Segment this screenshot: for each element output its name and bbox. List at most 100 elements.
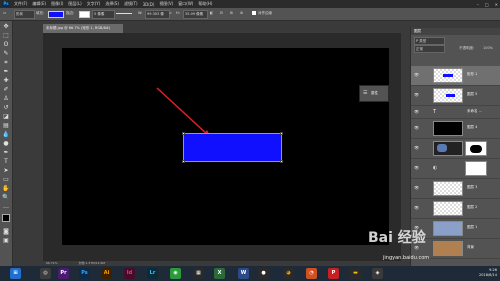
- zoom-tool-icon[interactable]: 🔍: [2, 194, 10, 202]
- layer-row[interactable]: 👁 图层 4: [411, 119, 500, 139]
- illustrator-app-icon[interactable]: Ai: [101, 268, 112, 279]
- transform-handle[interactable]: [182, 132, 185, 135]
- quick-mask-icon[interactable]: ◙: [2, 228, 10, 236]
- excel-app-icon[interactable]: X: [214, 268, 225, 279]
- system-clock[interactable]: 9:26 2018/6/14: [467, 268, 497, 278]
- hand-tool-icon[interactable]: ✋: [2, 185, 10, 193]
- layer-row[interactable]: 👁 T 未命名 ...: [411, 106, 500, 119]
- visibility-eye-icon[interactable]: 👁: [414, 126, 419, 130]
- crop-tool-icon[interactable]: ⌗: [2, 59, 10, 67]
- layer-row[interactable]: 👁 图层 3: [411, 179, 500, 199]
- menu-view[interactable]: 视图(V): [159, 1, 173, 7]
- stroke-color-swatch[interactable]: [79, 11, 90, 18]
- menu-file[interactable]: 文件(F): [14, 1, 27, 7]
- word-app-icon[interactable]: W: [238, 268, 249, 279]
- fill-color-swatch[interactable]: [48, 11, 64, 18]
- close-icon[interactable]: ✕: [495, 2, 498, 7]
- visibility-eye-icon[interactable]: 👁: [414, 146, 419, 150]
- align-edges-checkbox[interactable]: [252, 11, 256, 15]
- path-alignment-icon[interactable]: ⊟: [220, 10, 223, 17]
- menu-window[interactable]: 窗口(W): [178, 1, 193, 7]
- healing-tool-icon[interactable]: ✚: [2, 77, 10, 85]
- menu-filter[interactable]: 滤镜(T): [124, 1, 138, 7]
- start-button-icon[interactable]: ⊞: [10, 268, 21, 279]
- maximize-icon[interactable]: □: [485, 2, 489, 7]
- options-bar: ▭ 形状 填充: 描边: 5 像素 W: 99.303 像 ∞ H: 35.09…: [0, 8, 500, 21]
- foreground-color-swatch[interactable]: [2, 214, 10, 222]
- blue-rectangle-shape[interactable]: [182, 132, 283, 163]
- gradient-tool-icon[interactable]: ▤: [2, 122, 10, 130]
- browser-app-icon[interactable]: ◔: [306, 268, 317, 279]
- screen-mode-icon[interactable]: ▣: [2, 237, 10, 245]
- eraser-tool-icon[interactable]: ◪: [2, 113, 10, 121]
- width-field[interactable]: 99.303 像: [145, 10, 170, 19]
- layer-filter-select[interactable]: P 类型: [414, 37, 445, 45]
- chrome-app-icon[interactable]: ◕: [283, 268, 294, 279]
- app-icon[interactable]: ◈: [372, 268, 383, 279]
- layer-row[interactable]: 👁 图层 2: [411, 199, 500, 219]
- visibility-eye-icon[interactable]: 👁: [414, 166, 419, 170]
- layers-tab[interactable]: 图层: [414, 29, 421, 34]
- path-select-tool-icon[interactable]: ➤: [2, 167, 10, 175]
- blend-mode-select[interactable]: 正常: [414, 45, 445, 53]
- visibility-eye-icon[interactable]: 👁: [414, 206, 419, 210]
- visibility-eye-icon[interactable]: 👁: [414, 110, 419, 114]
- document-tab[interactable]: 未标题.jpg @ 66.7% (矩形 1, RGB/8#): [43, 24, 123, 33]
- taskbar-app-icon[interactable]: ◎: [40, 268, 51, 279]
- marquee-tool-icon[interactable]: ⬚: [2, 32, 10, 40]
- eyedropper-tool-icon[interactable]: ✒: [2, 68, 10, 76]
- menu-type[interactable]: 文字(Y): [87, 1, 101, 7]
- path-operations-icon[interactable]: ◧: [210, 10, 213, 17]
- height-field[interactable]: 35.09 像素: [183, 10, 208, 19]
- stamp-tool-icon[interactable]: ♙: [2, 95, 10, 103]
- transform-handle[interactable]: [280, 132, 283, 135]
- premiere-app-icon[interactable]: Pr: [58, 268, 69, 279]
- shape-mode-select[interactable]: 形状: [14, 10, 35, 19]
- minimize-icon[interactable]: –: [477, 2, 479, 7]
- pen-tool-icon[interactable]: ✒: [2, 149, 10, 157]
- lightroom-app-icon[interactable]: Lr: [147, 268, 158, 279]
- menu-select[interactable]: 选择(S): [105, 1, 119, 7]
- stroke-type-line[interactable]: [116, 13, 132, 14]
- history-brush-tool-icon[interactable]: ↺: [2, 104, 10, 112]
- more-tools-icon[interactable]: …: [2, 203, 10, 211]
- blur-tool-icon[interactable]: 💧: [2, 131, 10, 139]
- shape-tool-icon[interactable]: ▭: [3, 10, 11, 17]
- layer-row[interactable]: 👁 矩形 1: [411, 66, 500, 86]
- path-arrangement-icon[interactable]: ⊞: [230, 10, 233, 17]
- indesign-app-icon[interactable]: Id: [124, 268, 135, 279]
- menu-edit[interactable]: 编辑(E): [32, 1, 46, 7]
- visibility-eye-icon[interactable]: 👁: [414, 93, 419, 97]
- visibility-eye-icon[interactable]: 👁: [414, 186, 419, 190]
- menu-3d[interactable]: 3D(D): [143, 2, 155, 7]
- menu-image[interactable]: 图像(I): [51, 1, 63, 7]
- media-app-icon[interactable]: ▦: [193, 268, 204, 279]
- link-icon[interactable]: ∞: [169, 10, 172, 17]
- visibility-eye-icon[interactable]: 👁: [414, 73, 419, 77]
- layer-row[interactable]: 👁 图层 5: [411, 86, 500, 106]
- zoom-level[interactable]: 66.72%: [46, 261, 57, 265]
- folder-app-icon[interactable]: ▬: [350, 268, 361, 279]
- transform-handle[interactable]: [182, 160, 185, 163]
- transform-handle[interactable]: [280, 160, 283, 163]
- properties-mini-panel[interactable]: ☰ 属性: [359, 85, 389, 102]
- settings-gear-icon[interactable]: ⚙: [240, 10, 243, 17]
- dodge-tool-icon[interactable]: ●: [2, 140, 10, 148]
- wechat-app-icon[interactable]: ◉: [170, 268, 181, 279]
- qq-app-icon[interactable]: ●: [258, 268, 269, 279]
- stroke-width-field[interactable]: 5 像素: [92, 10, 115, 19]
- brush-tool-icon[interactable]: ✐: [2, 86, 10, 94]
- photoshop-app-icon[interactable]: Ps: [79, 268, 90, 279]
- menu-help[interactable]: 帮助(H): [198, 1, 212, 7]
- opacity-value[interactable]: 100%: [483, 46, 493, 50]
- move-tool-icon[interactable]: ✥: [2, 23, 10, 31]
- type-tool-icon[interactable]: T: [2, 158, 10, 166]
- powerpoint-app-icon[interactable]: P: [328, 268, 339, 279]
- lasso-tool-icon[interactable]: ʘ: [2, 41, 10, 49]
- quick-select-tool-icon[interactable]: ✎: [2, 50, 10, 58]
- layer-row[interactable]: 👁: [411, 139, 500, 159]
- menu-layer[interactable]: 图层(L): [68, 1, 81, 7]
- window-controls: – □ ✕: [477, 0, 498, 8]
- layer-row[interactable]: 👁 ◐: [411, 159, 500, 179]
- rectangle-tool-icon[interactable]: ▭: [2, 176, 10, 184]
